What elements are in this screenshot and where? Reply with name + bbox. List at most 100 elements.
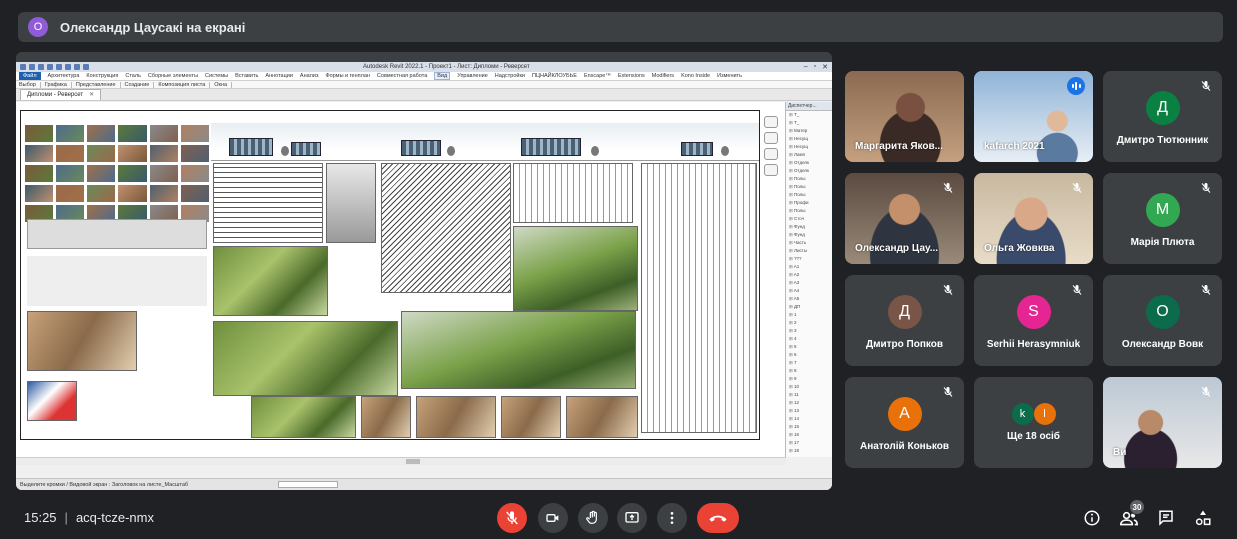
activities-icon (1195, 510, 1211, 526)
revit-menu-item[interactable]: Файл (19, 72, 41, 80)
revit-menu-item[interactable]: Extensions (618, 73, 645, 79)
more-options-button[interactable] (657, 503, 687, 533)
browser-node[interactable]: Полы (786, 207, 832, 215)
participant-tile[interactable]: А Анатолій Коньков (845, 377, 964, 468)
browser-node[interactable]: Полы (786, 183, 832, 191)
browser-node[interactable]: 6 (786, 351, 832, 359)
revit-menu-item[interactable]: Системы (205, 73, 228, 79)
browser-node[interactable]: Сточ (786, 215, 832, 223)
browser-node[interactable]: Отделк (786, 167, 832, 175)
browser-node[interactable]: 10 (786, 383, 832, 391)
horizontal-scrollbar[interactable] (16, 457, 786, 465)
browser-node[interactable]: Ламп (786, 151, 832, 159)
browser-node[interactable]: 8 (786, 367, 832, 375)
revit-menu-item[interactable]: Надстройки (495, 73, 525, 79)
browser-node[interactable]: Профи (786, 199, 832, 207)
browser-node[interactable]: A3 (786, 279, 832, 287)
participant-tile[interactable]: М Марія Плюта (1103, 173, 1222, 264)
ribbon-item[interactable]: Представление (76, 82, 116, 88)
ribbon-item[interactable]: Окна (214, 82, 227, 88)
revit-menu-item[interactable]: Modifiers (652, 73, 674, 79)
browser-node[interactable]: Фунд (786, 223, 832, 231)
participant-tile[interactable]: Ви (1103, 377, 1222, 468)
revit-menu-item[interactable]: Вид (434, 72, 451, 80)
browser-node[interactable]: 4 (786, 335, 832, 343)
browser-node[interactable]: 2 (786, 319, 832, 327)
browser-node[interactable]: A2 (786, 271, 832, 279)
participant-tile[interactable]: Маргарита Яков... (845, 71, 964, 162)
activities-button[interactable] (1192, 507, 1214, 529)
revit-title-bar: Autodesk Revit 2022.1 - Проект1 - Лист: … (16, 62, 832, 72)
separator: | (64, 510, 68, 525)
revit-menu-item[interactable]: Управление (457, 73, 488, 79)
browser-node[interactable]: 16 (786, 431, 832, 439)
participant-tile[interactable]: Д Дмитро Тютюнник (1103, 71, 1222, 162)
browser-node[interactable]: Т_ (786, 119, 832, 127)
mic-toggle-button[interactable] (497, 503, 527, 533)
browser-node[interactable]: 12 (786, 399, 832, 407)
shared-screen[interactable]: Autodesk Revit 2022.1 - Проект1 - Лист: … (16, 52, 832, 490)
browser-node[interactable]: Листы (786, 247, 832, 255)
university-logo (27, 381, 77, 421)
present-screen-button[interactable] (617, 503, 647, 533)
participant-tile[interactable]: О Олександр Вовк (1103, 275, 1222, 366)
revit-menu-item[interactable]: Kono Inside (681, 73, 710, 79)
participant-tile[interactable]: Ольга Жовква (974, 173, 1093, 264)
browser-node[interactable]: Отделк (786, 159, 832, 167)
browser-node[interactable]: Несущ (786, 143, 832, 151)
browser-node[interactable]: 11 (786, 391, 832, 399)
browser-node[interactable]: A1 (786, 263, 832, 271)
browser-node[interactable]: 3 (786, 327, 832, 335)
participant-tile[interactable]: Олександр Цау... (845, 173, 964, 264)
navigation-bar[interactable] (764, 116, 780, 176)
participant-tile[interactable]: Д Дмитро Попков (845, 275, 964, 366)
browser-node[interactable]: 1 (786, 311, 832, 319)
browser-node[interactable]: Матер (786, 127, 832, 135)
browser-node[interactable]: Т_ (786, 111, 832, 119)
more-participants-tile[interactable]: k l Ще 18 осіб (974, 377, 1093, 468)
revit-menu-item[interactable]: Совместная работа (377, 73, 427, 79)
browser-node[interactable]: 17 (786, 439, 832, 447)
ribbon-item[interactable]: Композиция листа (158, 82, 205, 88)
camera-toggle-button[interactable] (538, 503, 568, 533)
raise-hand-button[interactable] (578, 503, 608, 533)
browser-node[interactable]: 15 (786, 423, 832, 431)
project-browser[interactable]: Диспетчер... Т_Т_МатерНесущНесущЛампОтде… (786, 102, 832, 457)
participant-tile[interactable]: kafarch 2021 (974, 71, 1093, 162)
ribbon-item[interactable]: Создание (125, 82, 150, 88)
revit-menu-item[interactable]: Сталь (125, 73, 141, 79)
revit-menu-item[interactable]: Enscape™ (584, 73, 611, 79)
browser-node[interactable]: 18 (786, 447, 832, 455)
revit-status-bar: Выделите кромки / Видовой экран : Заголо… (16, 478, 832, 490)
browser-node[interactable]: 9 (786, 375, 832, 383)
browser-node[interactable]: Фунд (786, 231, 832, 239)
revit-menu-item[interactable]: Вставить (235, 73, 258, 79)
browser-node[interactable]: 19 (786, 455, 832, 457)
ribbon-item[interactable]: Выбор (19, 82, 36, 88)
browser-node[interactable]: A4 (786, 287, 832, 295)
revit-menu-item[interactable]: Сборные элементы (148, 73, 198, 79)
meeting-details-button[interactable] (1081, 507, 1103, 529)
revit-menu-item[interactable]: ПЦНАЙКЛОУБЬЕ (532, 73, 577, 79)
participant-tile[interactable]: S Serhii Herasymniuk (974, 275, 1093, 366)
browser-node[interactable]: 13 (786, 407, 832, 415)
revit-menu-item[interactable]: Аннотации (265, 73, 293, 79)
browser-node[interactable]: ДП (786, 303, 832, 311)
revit-menu-item[interactable]: Конструкция (86, 73, 118, 79)
browser-node[interactable]: Несущ (786, 135, 832, 143)
hang-up-button[interactable] (697, 503, 739, 533)
browser-node[interactable]: Полы (786, 191, 832, 199)
browser-node[interactable]: 5 (786, 343, 832, 351)
browser-node[interactable]: A5 (786, 295, 832, 303)
browser-node[interactable]: ??? (786, 255, 832, 263)
revit-menu-item[interactable]: Архитектура (48, 73, 80, 79)
browser-node[interactable]: Полы (786, 175, 832, 183)
revit-menu-item[interactable]: Анализ (300, 73, 319, 79)
ribbon-item[interactable]: Графика (45, 82, 67, 88)
revit-menu-item[interactable]: Изменить (717, 73, 742, 79)
browser-node[interactable]: 7 (786, 359, 832, 367)
revit-menu-item[interactable]: Формы и генплан (325, 73, 369, 79)
chat-button[interactable] (1155, 507, 1177, 529)
browser-node[interactable]: 14 (786, 415, 832, 423)
browser-node[interactable]: Часть (786, 239, 832, 247)
